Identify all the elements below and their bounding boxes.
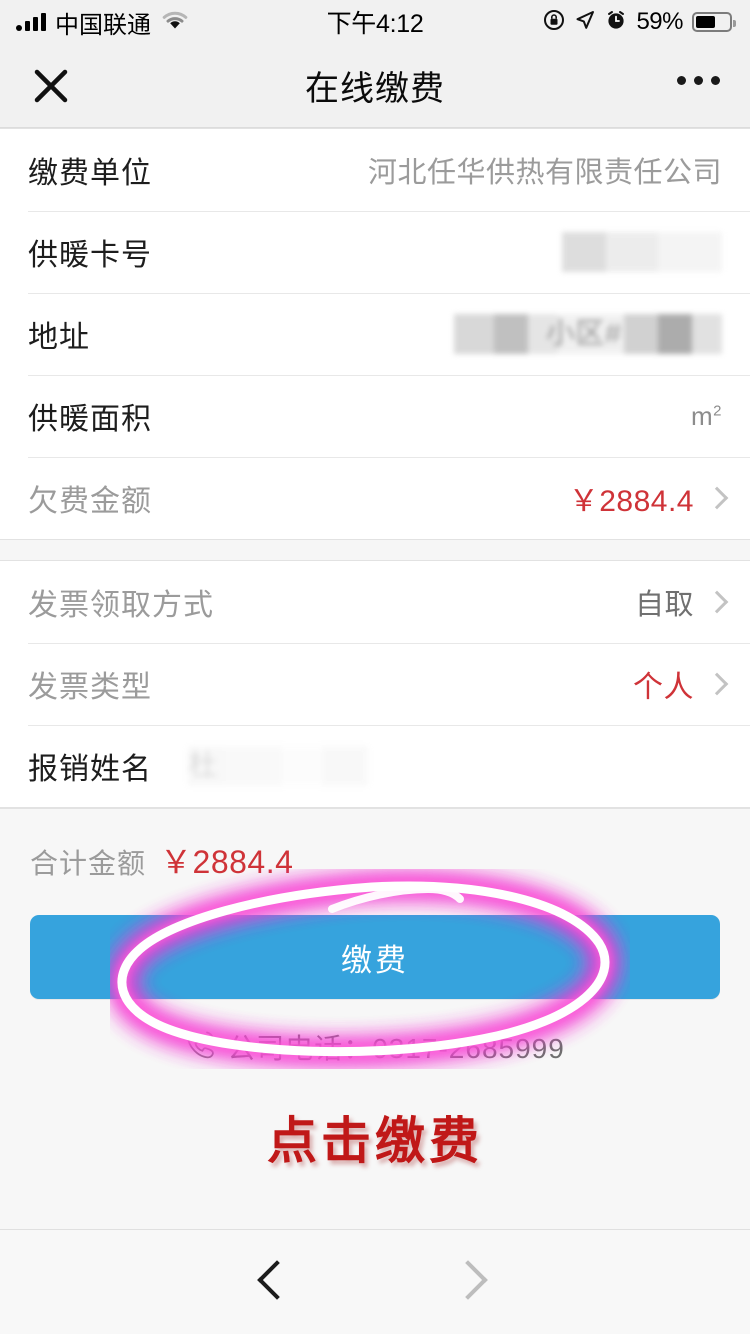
invoice-info-group: 发票领取方式 自取 发票类型 个人 报销姓名 杜 [0,560,750,808]
alarm-clock-icon [605,9,627,36]
row-label: 发票领取方式 [28,589,214,622]
row-heating-area[interactable]: 供暖面积 m2 [0,375,750,457]
forward-button[interactable] [440,1252,500,1312]
total-amount-line: 合计金额 ￥2884.4 [30,837,720,881]
redaction-mosaic [562,232,722,272]
wifi-icon [160,9,190,36]
chevron-right-icon [708,590,722,614]
chevron-right-icon [708,672,722,696]
row-value-redacted: 小区# [454,314,722,354]
chevron-right-icon [708,486,722,510]
pay-button[interactable]: 缴费 [30,915,720,999]
redacted-text: 小区# [546,318,622,350]
row-value-amount-due: ￥2884.4 [568,485,694,518]
row-amount-due[interactable]: 欠费金额 ￥2884.4 [0,457,750,539]
redacted-text: 杜 [188,750,218,782]
row-label: 地址 [28,321,90,354]
company-phone-text: 公司电话：0317-2685999 [227,1033,565,1064]
row-label: 发票类型 [28,671,152,704]
nav-bar: 在线缴费 [0,44,750,128]
row-payment-unit[interactable]: 缴费单位 河北任华供热有限责任公司 [0,129,750,211]
total-amount-label: 合计金额 [30,848,147,879]
row-value: 自取 [634,589,694,621]
row-value-redacted: 杜 [188,746,722,786]
browser-bottom-toolbar [0,1229,750,1334]
row-heating-card-number[interactable]: 供暖卡号 [0,211,750,293]
carrier-label: 中国联通 [55,11,151,39]
row-address[interactable]: 地址 小区# [0,293,750,375]
back-button[interactable] [245,1252,305,1312]
close-icon[interactable] [30,65,72,107]
app-root: 中国联通 下午4:12 59% 在线缴费 缴费单位 河北任华供热有限责任公司 供… [0,0,750,1334]
row-value: 个人 [633,671,694,704]
chevron-left-icon [257,1260,297,1300]
status-bar-right: 59% [543,8,736,36]
company-phone-line[interactable]: 公司电话：0317-2685999 [30,1027,720,1067]
page-title: 在线缴费 [305,70,445,108]
row-label: 缴费单位 [28,157,152,190]
row-invoice-type[interactable]: 发票类型 个人 [0,643,750,725]
row-label: 欠费金额 [28,485,152,518]
total-amount-value: ￥2884.4 [160,844,294,880]
row-label: 供暖面积 [28,403,152,436]
more-options-icon[interactable] [677,76,720,85]
account-info-group: 缴费单位 河北任华供热有限责任公司 供暖卡号 地址 小区# 供暖面积 m2 欠费… [0,128,750,540]
status-time: 下午4:12 [326,10,424,38]
row-value: 河北任华供热有限责任公司 [367,157,722,189]
redaction-mosaic: 杜 [188,746,368,786]
battery-percent-label: 59% [636,8,683,35]
rotation-lock-icon [543,9,565,36]
redaction-mosaic: 小区# [454,314,722,354]
row-invoice-delivery-method[interactable]: 发票领取方式 自取 [0,561,750,643]
payment-footer: 合计金额 ￥2884.4 缴费 公司电话：0317-2685999 点击缴费 [0,808,750,1229]
signal-bars-icon [16,13,46,31]
chevron-right-icon [448,1260,488,1300]
phone-icon [185,1029,217,1066]
status-bar: 中国联通 下午4:12 59% [0,0,750,44]
row-reimbursement-name[interactable]: 报销姓名 杜 [0,725,750,807]
status-bar-left: 中国联通 [16,5,190,40]
annotation-click-to-pay: 点击缴费 [267,1112,483,1170]
battery-icon [692,12,736,32]
row-value-redacted [562,232,722,272]
row-label: 供暖卡号 [28,239,152,272]
location-arrow-icon [574,9,596,36]
row-value-unit: m2 [690,400,722,431]
row-label: 报销姓名 [28,753,152,786]
content-scroll-area[interactable]: 缴费单位 河北任华供热有限责任公司 供暖卡号 地址 小区# 供暖面积 m2 欠费… [0,128,750,1229]
